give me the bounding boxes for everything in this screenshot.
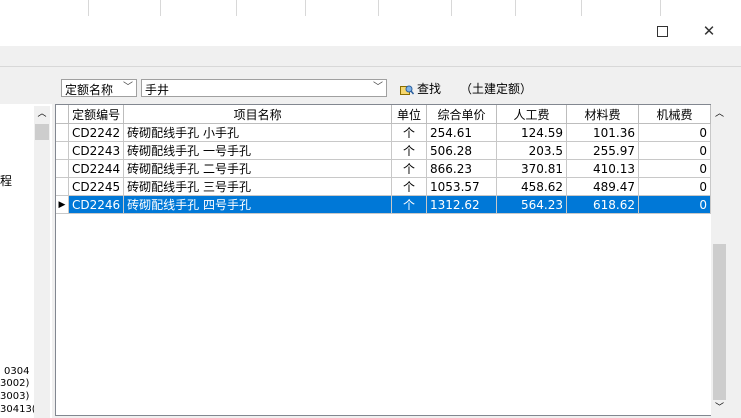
column-header[interactable]: 机械费 bbox=[638, 105, 712, 124]
cell-material: 410.13 bbox=[566, 159, 639, 178]
cell-machine: 0 bbox=[638, 195, 712, 214]
sheet-gridline bbox=[451, 0, 452, 16]
cell-price: 866.23 bbox=[426, 159, 498, 178]
cell-unit: 个 bbox=[391, 141, 428, 160]
row-indicator bbox=[56, 159, 70, 178]
close-icon: ✕ bbox=[702, 22, 716, 40]
column-header[interactable]: 单位 bbox=[391, 105, 428, 124]
search-input[interactable]: 手井 ﹀ bbox=[141, 79, 387, 97]
cell-material: 489.47 bbox=[566, 177, 639, 196]
cell-unit: 个 bbox=[391, 123, 428, 142]
cell-machine: 0 bbox=[638, 123, 712, 142]
cell-unit: 个 bbox=[391, 195, 428, 214]
table-row[interactable]: CD2244 砖砌配线手孔 二号手孔 个 866.23 370.81 410.1… bbox=[56, 159, 712, 178]
cell-code: CD2242 bbox=[68, 123, 125, 142]
cell-material: 255.97 bbox=[566, 141, 639, 160]
left-scrollbar[interactable]: ︿ bbox=[34, 106, 50, 418]
quota-grid: 定额编号 项目名称 单位 综合单价 人工费 材料费 机械费 CD2242 砖砌配… bbox=[55, 104, 712, 416]
cell-machine: 0 bbox=[638, 141, 712, 160]
cell-code: CD2245 bbox=[68, 177, 125, 196]
grid-scrollbar[interactable]: ︿ ﹀ bbox=[711, 104, 728, 418]
sheet-gridline bbox=[305, 0, 306, 16]
cell-labor: 370.81 bbox=[496, 159, 567, 178]
scroll-down-icon[interactable]: ﹀ bbox=[711, 400, 728, 416]
table-row[interactable]: CD2243 砖砌配线手孔 一号手孔 个 506.28 203.5 255.97… bbox=[56, 141, 712, 160]
table-row[interactable]: CD2245 砖砌配线手孔 三号手孔 个 1053.57 458.62 489.… bbox=[56, 177, 712, 196]
cell-labor: 564.23 bbox=[496, 195, 567, 214]
cell-code: CD2246 bbox=[68, 195, 125, 214]
maximize-button[interactable] bbox=[639, 16, 685, 46]
left-scroll-thumb[interactable] bbox=[35, 124, 49, 140]
sheet-gridline bbox=[581, 0, 582, 16]
cell-price: 1053.57 bbox=[426, 177, 498, 196]
cell-unit: 个 bbox=[391, 177, 428, 196]
cell-name: 砖砌配线手孔 四号手孔 bbox=[123, 195, 393, 214]
dialog-titlebar bbox=[0, 16, 741, 46]
table-row-selected[interactable]: ▶ CD2246 砖砌配线手孔 四号手孔 个 1312.62 564.23 61… bbox=[56, 195, 712, 214]
left-fragment: 0304 bbox=[4, 366, 30, 377]
column-header[interactable]: 项目名称 bbox=[123, 105, 393, 124]
cell-price: 254.61 bbox=[426, 123, 498, 142]
cell-material: 101.36 bbox=[566, 123, 639, 142]
sheet-gridline bbox=[236, 0, 237, 16]
column-header[interactable]: 综合单价 bbox=[426, 105, 498, 124]
quota-table: 定额编号 项目名称 单位 综合单价 人工费 材料费 机械费 CD2242 砖砌配… bbox=[56, 105, 712, 214]
sheet-gridline bbox=[660, 0, 661, 16]
table-row[interactable]: CD2242 砖砌配线手孔 小手孔 个 254.61 124.59 101.36… bbox=[56, 123, 712, 142]
cell-machine: 0 bbox=[638, 159, 712, 178]
find-button[interactable]: 查找 bbox=[400, 80, 441, 97]
column-header[interactable]: 定额编号 bbox=[68, 105, 125, 124]
maximize-icon bbox=[656, 26, 668, 37]
cell-labor: 458.62 bbox=[496, 177, 567, 196]
cell-name: 砖砌配线手孔 二号手孔 bbox=[123, 159, 393, 178]
cell-labor: 124.59 bbox=[496, 123, 567, 142]
search-input-value: 手井 bbox=[145, 83, 170, 97]
cell-name: 砖砌配线手孔 一号手孔 bbox=[123, 141, 393, 160]
scope-label: （土建定额） bbox=[460, 82, 533, 96]
cell-material: 618.62 bbox=[566, 195, 639, 214]
field-select-value: 定额名称 bbox=[65, 83, 114, 97]
field-select[interactable]: 定额名称 ﹀ bbox=[61, 79, 137, 97]
row-indicator bbox=[56, 177, 70, 196]
sheet-gridline bbox=[378, 0, 379, 16]
left-fragment: 3003) bbox=[0, 391, 30, 402]
cell-code: CD2244 bbox=[68, 159, 125, 178]
find-label: 查找 bbox=[417, 82, 442, 96]
close-button[interactable]: ✕ bbox=[686, 16, 732, 46]
grid-header-row: 定额编号 项目名称 单位 综合单价 人工费 材料费 机械费 bbox=[56, 105, 712, 124]
cell-price: 1312.62 bbox=[426, 195, 498, 214]
grid-scroll-thumb[interactable] bbox=[713, 244, 726, 400]
scroll-up-icon[interactable]: ︿ bbox=[34, 106, 50, 122]
row-indicator bbox=[56, 141, 70, 160]
row-indicator-current: ▶ bbox=[56, 195, 70, 214]
column-header[interactable]: 材料费 bbox=[566, 105, 639, 124]
column-header[interactable]: 人工费 bbox=[496, 105, 567, 124]
chevron-down-icon[interactable]: ﹀ bbox=[370, 80, 386, 96]
chevron-down-icon[interactable]: ﹀ bbox=[120, 80, 136, 96]
header-indicator bbox=[56, 105, 70, 124]
scroll-up-icon[interactable]: ︿ bbox=[711, 106, 728, 122]
cell-unit: 个 bbox=[391, 159, 428, 178]
left-fragment: 30413( bbox=[0, 404, 36, 415]
left-fragment-top: 程 bbox=[0, 174, 13, 188]
toolbar-divider bbox=[0, 66, 741, 67]
find-icon bbox=[400, 85, 414, 95]
row-indicator bbox=[56, 123, 70, 142]
sheet-gridline bbox=[515, 0, 516, 16]
background-sheet-strip bbox=[0, 0, 741, 17]
left-fragment: 3002) bbox=[0, 378, 30, 389]
cell-price: 506.28 bbox=[426, 141, 498, 160]
cell-labor: 203.5 bbox=[496, 141, 567, 160]
cell-code: CD2243 bbox=[68, 141, 125, 160]
cell-name: 砖砌配线手孔 三号手孔 bbox=[123, 177, 393, 196]
sheet-gridline bbox=[88, 0, 89, 16]
cell-name: 砖砌配线手孔 小手孔 bbox=[123, 123, 393, 142]
sheet-gridline bbox=[160, 0, 161, 16]
cell-machine: 0 bbox=[638, 177, 712, 196]
